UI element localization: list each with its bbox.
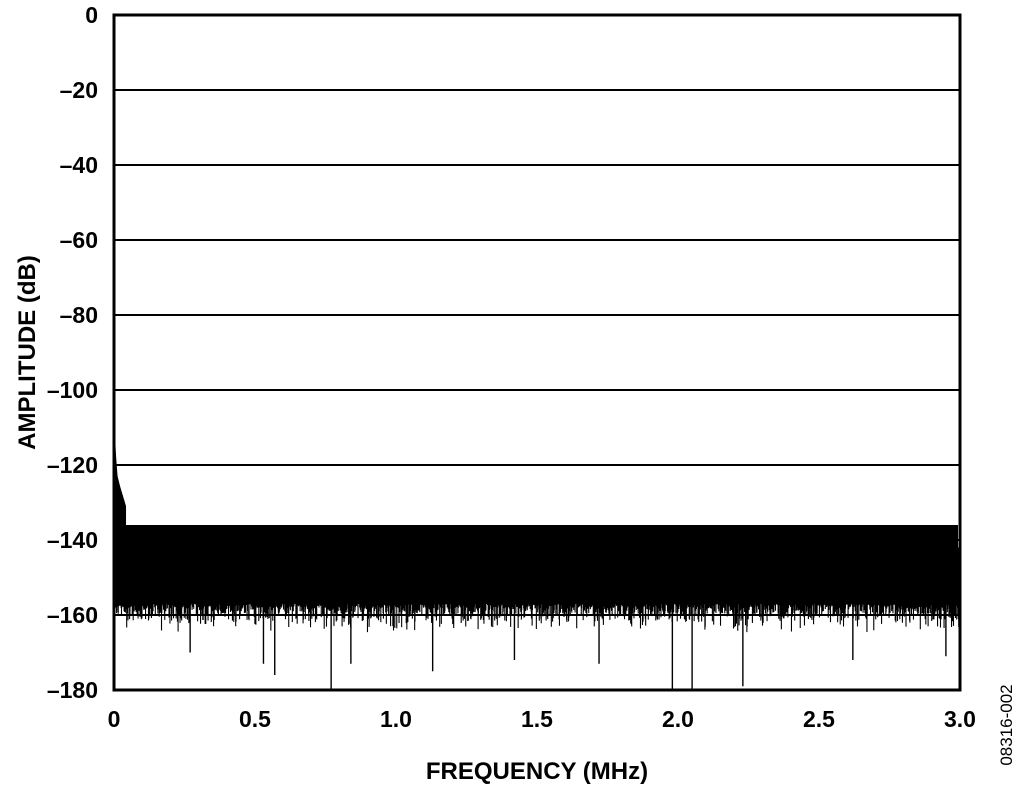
figure-id: 08316-002	[997, 684, 1016, 765]
y-tick-label: –120	[47, 452, 98, 478]
y-tick-label: –180	[47, 677, 98, 703]
x-tick-label: 2.5	[803, 706, 835, 732]
spectrum-chart: 0 –20 –40 –60 –80 –100 –120 –140 –160 –180 0 0.5 1.0…	[14, 2, 1016, 785]
dc-rise	[113, 431, 127, 556]
x-tick-label: 1.0	[380, 706, 412, 732]
y-tick-label: –160	[47, 602, 98, 628]
y-tick-label: –140	[47, 527, 98, 553]
tick-layer: 0 –20 –40 –60 –80 –100 –120 –140 –160 –180 0 0.5 1.0…	[47, 2, 976, 732]
x-axis-title: FREQUENCY (MHz)	[426, 758, 648, 785]
noise-floor-core	[116, 525, 958, 582]
series-layer	[113, 431, 961, 690]
x-tick-label: 0.5	[239, 706, 271, 732]
x-tick-label: 2.0	[662, 706, 694, 732]
x-tick-label: 0	[108, 706, 121, 732]
y-tick-label: –20	[60, 77, 98, 103]
y-axis-title: AMPLITUDE (dB)	[14, 255, 41, 450]
x-tick-label: 1.5	[521, 706, 553, 732]
y-tick-label: –100	[47, 377, 98, 403]
y-tick-label: 0	[85, 2, 98, 28]
y-tick-label: –80	[60, 302, 98, 328]
y-tick-label: –60	[60, 227, 98, 253]
x-tick-label: 3.0	[944, 706, 976, 732]
y-tick-label: –40	[60, 152, 98, 178]
